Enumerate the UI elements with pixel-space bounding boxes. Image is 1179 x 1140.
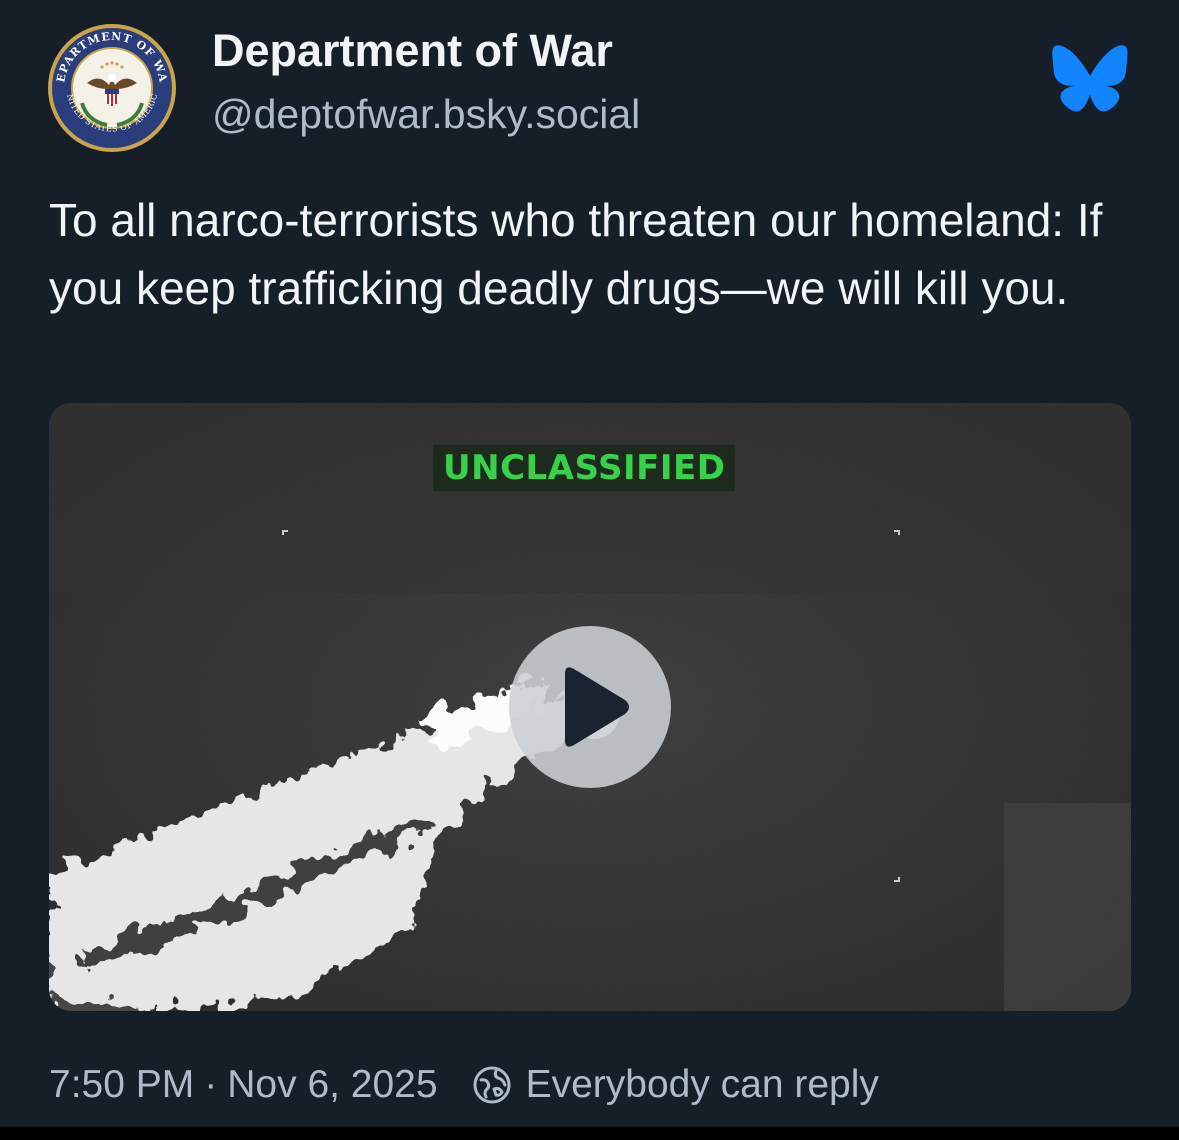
reply-setting[interactable]: Everybody can reply bbox=[526, 1063, 879, 1107]
meta-separator: · bbox=[204, 1063, 218, 1106]
bluesky-butterfly-icon[interactable] bbox=[1050, 44, 1130, 112]
post-text: To all narco-terrorists who threaten our… bbox=[49, 194, 1103, 314]
display-name[interactable]: Department of War bbox=[212, 26, 613, 76]
bottom-edge bbox=[0, 1127, 1179, 1140]
play-icon bbox=[565, 667, 629, 747]
handle[interactable]: @deptofwar.bsky.social bbox=[212, 90, 640, 138]
play-button[interactable] bbox=[509, 626, 671, 788]
post-time[interactable]: 7:50 PM bbox=[49, 1063, 194, 1107]
avatar[interactable]: DEPARTMENT OF WAR UNITED STATES OF AMERI… bbox=[47, 23, 177, 153]
video-player[interactable]: UNCLASSIFIED bbox=[49, 403, 1131, 1011]
post-meta: 7:50 PM · Nov 6, 2025 Everybody can repl… bbox=[49, 1058, 879, 1112]
globe-icon bbox=[472, 1065, 512, 1105]
post-card: DEPARTMENT OF WAR UNITED STATES OF AMERI… bbox=[0, 0, 1179, 1140]
post-date[interactable]: Nov 6, 2025 bbox=[227, 1063, 437, 1107]
classification-label: UNCLASSIFIED bbox=[433, 445, 736, 491]
department-seal-icon: DEPARTMENT OF WAR UNITED STATES OF AMERI… bbox=[47, 23, 176, 152]
